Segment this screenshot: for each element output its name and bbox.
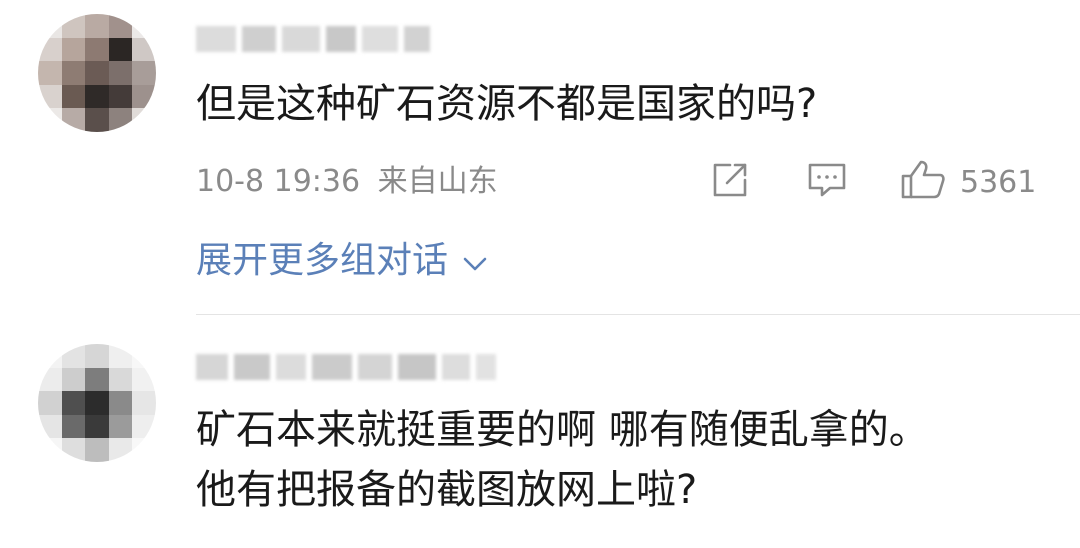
comment-text-line: 但是这种矿石资源不都是国家的吗? [196,81,818,127]
comment-text-line: 他有把报备的截图放网上啦? [196,467,698,513]
divider [196,314,1080,315]
thumbs-up-icon [900,159,946,205]
like-button[interactable]: 5361 [900,160,1036,204]
expand-label: 展开更多组对话 [196,240,449,281]
comment-meta: 10-8 19:36 来自山东 [196,162,498,202]
comment-time: 10-8 19:36 [196,164,361,199]
username-blurred[interactable] [196,352,496,382]
username-blurred[interactable] [196,24,430,54]
share-button[interactable] [710,160,750,204]
expand-conversations-link[interactable]: 展开更多组对话 [196,238,488,284]
avatar[interactable] [38,344,156,462]
avatar[interactable] [38,14,156,132]
reply-button[interactable] [806,160,848,204]
comment-icon [806,160,848,204]
share-icon [710,160,750,204]
comment-text: 矿石本来就挺重要的啊 哪有随便乱拿的。 他有把报备的截图放网上啦? [196,402,929,518]
comment-text: 但是这种矿石资源不都是国家的吗? [196,76,817,132]
chevron-down-icon [448,238,488,284]
comment-location: 来自山东 [377,164,498,199]
like-count: 5361 [960,164,1037,200]
comment-text-line: 矿石本来就挺重要的啊 哪有随便乱拿的。 [196,407,929,453]
